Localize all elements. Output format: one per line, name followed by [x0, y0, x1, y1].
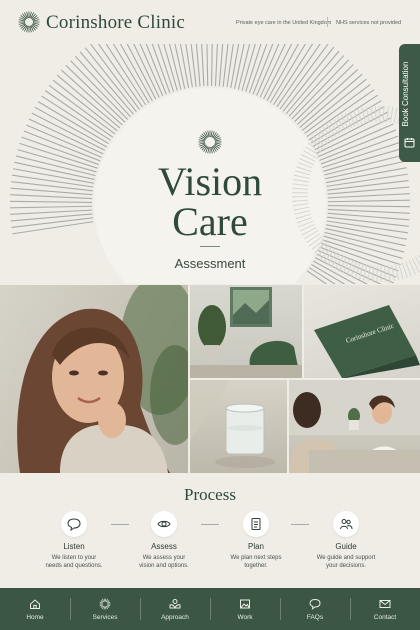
sunburst-icon	[99, 598, 111, 609]
people-icon	[333, 511, 359, 537]
nav-label-approach: Approach	[161, 613, 189, 621]
photo-smiling-woman	[0, 285, 188, 473]
tagline-nhs-notice: NHS services not provided	[336, 20, 402, 26]
home-icon	[30, 598, 40, 609]
process-step-assess: Assess We assess your vision and options…	[120, 511, 208, 570]
process-step-guide: Guide We guide and support your decision…	[302, 511, 390, 570]
step-title-plan: Plan	[247, 542, 264, 551]
step-desc-plan-line1: We plan next steps	[230, 555, 282, 561]
chat-icon	[309, 598, 321, 610]
book-consultation-label: Book Consultation	[401, 61, 410, 127]
photo-consultation-meeting	[289, 380, 420, 473]
hero-title-line1: Vision	[157, 159, 263, 204]
document-icon	[243, 511, 269, 537]
step-desc-plan-line2: together.	[244, 563, 268, 569]
nav-item-faqs[interactable]: FAQs	[280, 588, 350, 630]
nav-item-home[interactable]: Home	[0, 588, 70, 630]
nav-item-approach[interactable]: Approach	[140, 588, 210, 630]
process-step-listen: Listen We listen to your needs and quest…	[30, 511, 118, 570]
hero-divider	[200, 246, 220, 247]
image-icon	[240, 599, 250, 608]
mail-icon	[379, 599, 391, 608]
speech-bubble-icon	[61, 511, 87, 537]
photo-clinic-room	[190, 285, 302, 378]
nav-item-services[interactable]: Services	[70, 588, 140, 630]
photo-clinic-card: Corinshore Clinic	[304, 285, 420, 378]
step-desc-assess-line2: vision and options.	[139, 563, 189, 569]
site-header: Corinshore Clinic Private eye care in th…	[0, 0, 420, 44]
nav-item-work[interactable]: Work	[210, 588, 280, 630]
process-step-plan: Plan We plan next steps together.	[212, 511, 300, 570]
hands-icon	[169, 598, 181, 608]
book-consultation-tab[interactable]: Book Consultation	[399, 44, 420, 162]
nav-label-faqs: FAQs	[306, 613, 324, 621]
step-title-listen: Listen	[63, 542, 85, 551]
step-desc-assess-line1: We assess your	[142, 555, 186, 561]
step-desc-guide-line2: your decisions.	[325, 563, 367, 569]
step-desc-listen-line1: We listen to your	[51, 555, 97, 561]
tagline-divider	[327, 17, 328, 27]
tagline-private-care: Private eye care in the United Kingdom	[236, 20, 332, 26]
process-heading: Process	[184, 485, 236, 504]
eye-icon	[151, 511, 177, 537]
photo-water-glass	[190, 380, 287, 473]
brand-name[interactable]: Corinshore Clinic	[46, 12, 185, 34]
logo-sunburst-icon[interactable]	[18, 11, 40, 33]
step-title-assess: Assess	[151, 542, 177, 551]
hero-sunburst-icon	[198, 130, 222, 154]
nav-item-contact[interactable]: Contact	[350, 588, 420, 630]
step-title-guide: Guide	[335, 542, 357, 551]
nav-label-work: Work	[237, 613, 253, 621]
step-desc-listen-line2: needs and questions.	[45, 563, 103, 569]
hero-section: Vision Care Assessment	[0, 44, 420, 284]
nav-label-home: Home	[26, 613, 44, 621]
hero-title-line2: Care	[172, 199, 248, 244]
nav-label-services: Services	[92, 613, 118, 621]
calendar-icon	[404, 138, 415, 148]
hero-subtitle: Assessment	[174, 256, 246, 271]
nav-label-contact: Contact	[373, 613, 397, 621]
step-desc-guide-line1: We guide and support	[316, 555, 376, 561]
bottom-nav: Home Services Approach Work FAQs Contact	[0, 588, 420, 630]
